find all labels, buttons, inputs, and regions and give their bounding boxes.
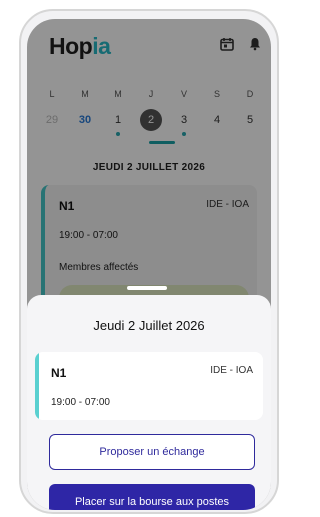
post-to-market-button[interactable]: Placer sur la bourse aux postes (49, 484, 255, 510)
sheet-shift-card: N1 IDE - IOA 19:00 - 07:00 (35, 352, 263, 420)
propose-exchange-button[interactable]: Proposer un échange (49, 434, 255, 470)
sheet-title: Jeudi 2 Juillet 2026 (93, 318, 205, 333)
app-screen: Hopia L M M J V S D 29 30 1 2 3 4 5 JEUD… (27, 19, 271, 510)
shift-role: IDE - IOA (210, 365, 253, 376)
shift-code: N1 (51, 366, 67, 380)
phone-frame: Hopia L M M J V S D 29 30 1 2 3 4 5 JEUD… (19, 9, 279, 514)
bottom-sheet: Jeudi 2 Juillet 2026 N1 IDE - IOA 19:00 … (27, 286, 271, 510)
sheet-drag-handle[interactable] (127, 286, 167, 290)
shift-accent-bar (35, 352, 39, 420)
shift-hours: 19:00 - 07:00 (51, 397, 110, 408)
